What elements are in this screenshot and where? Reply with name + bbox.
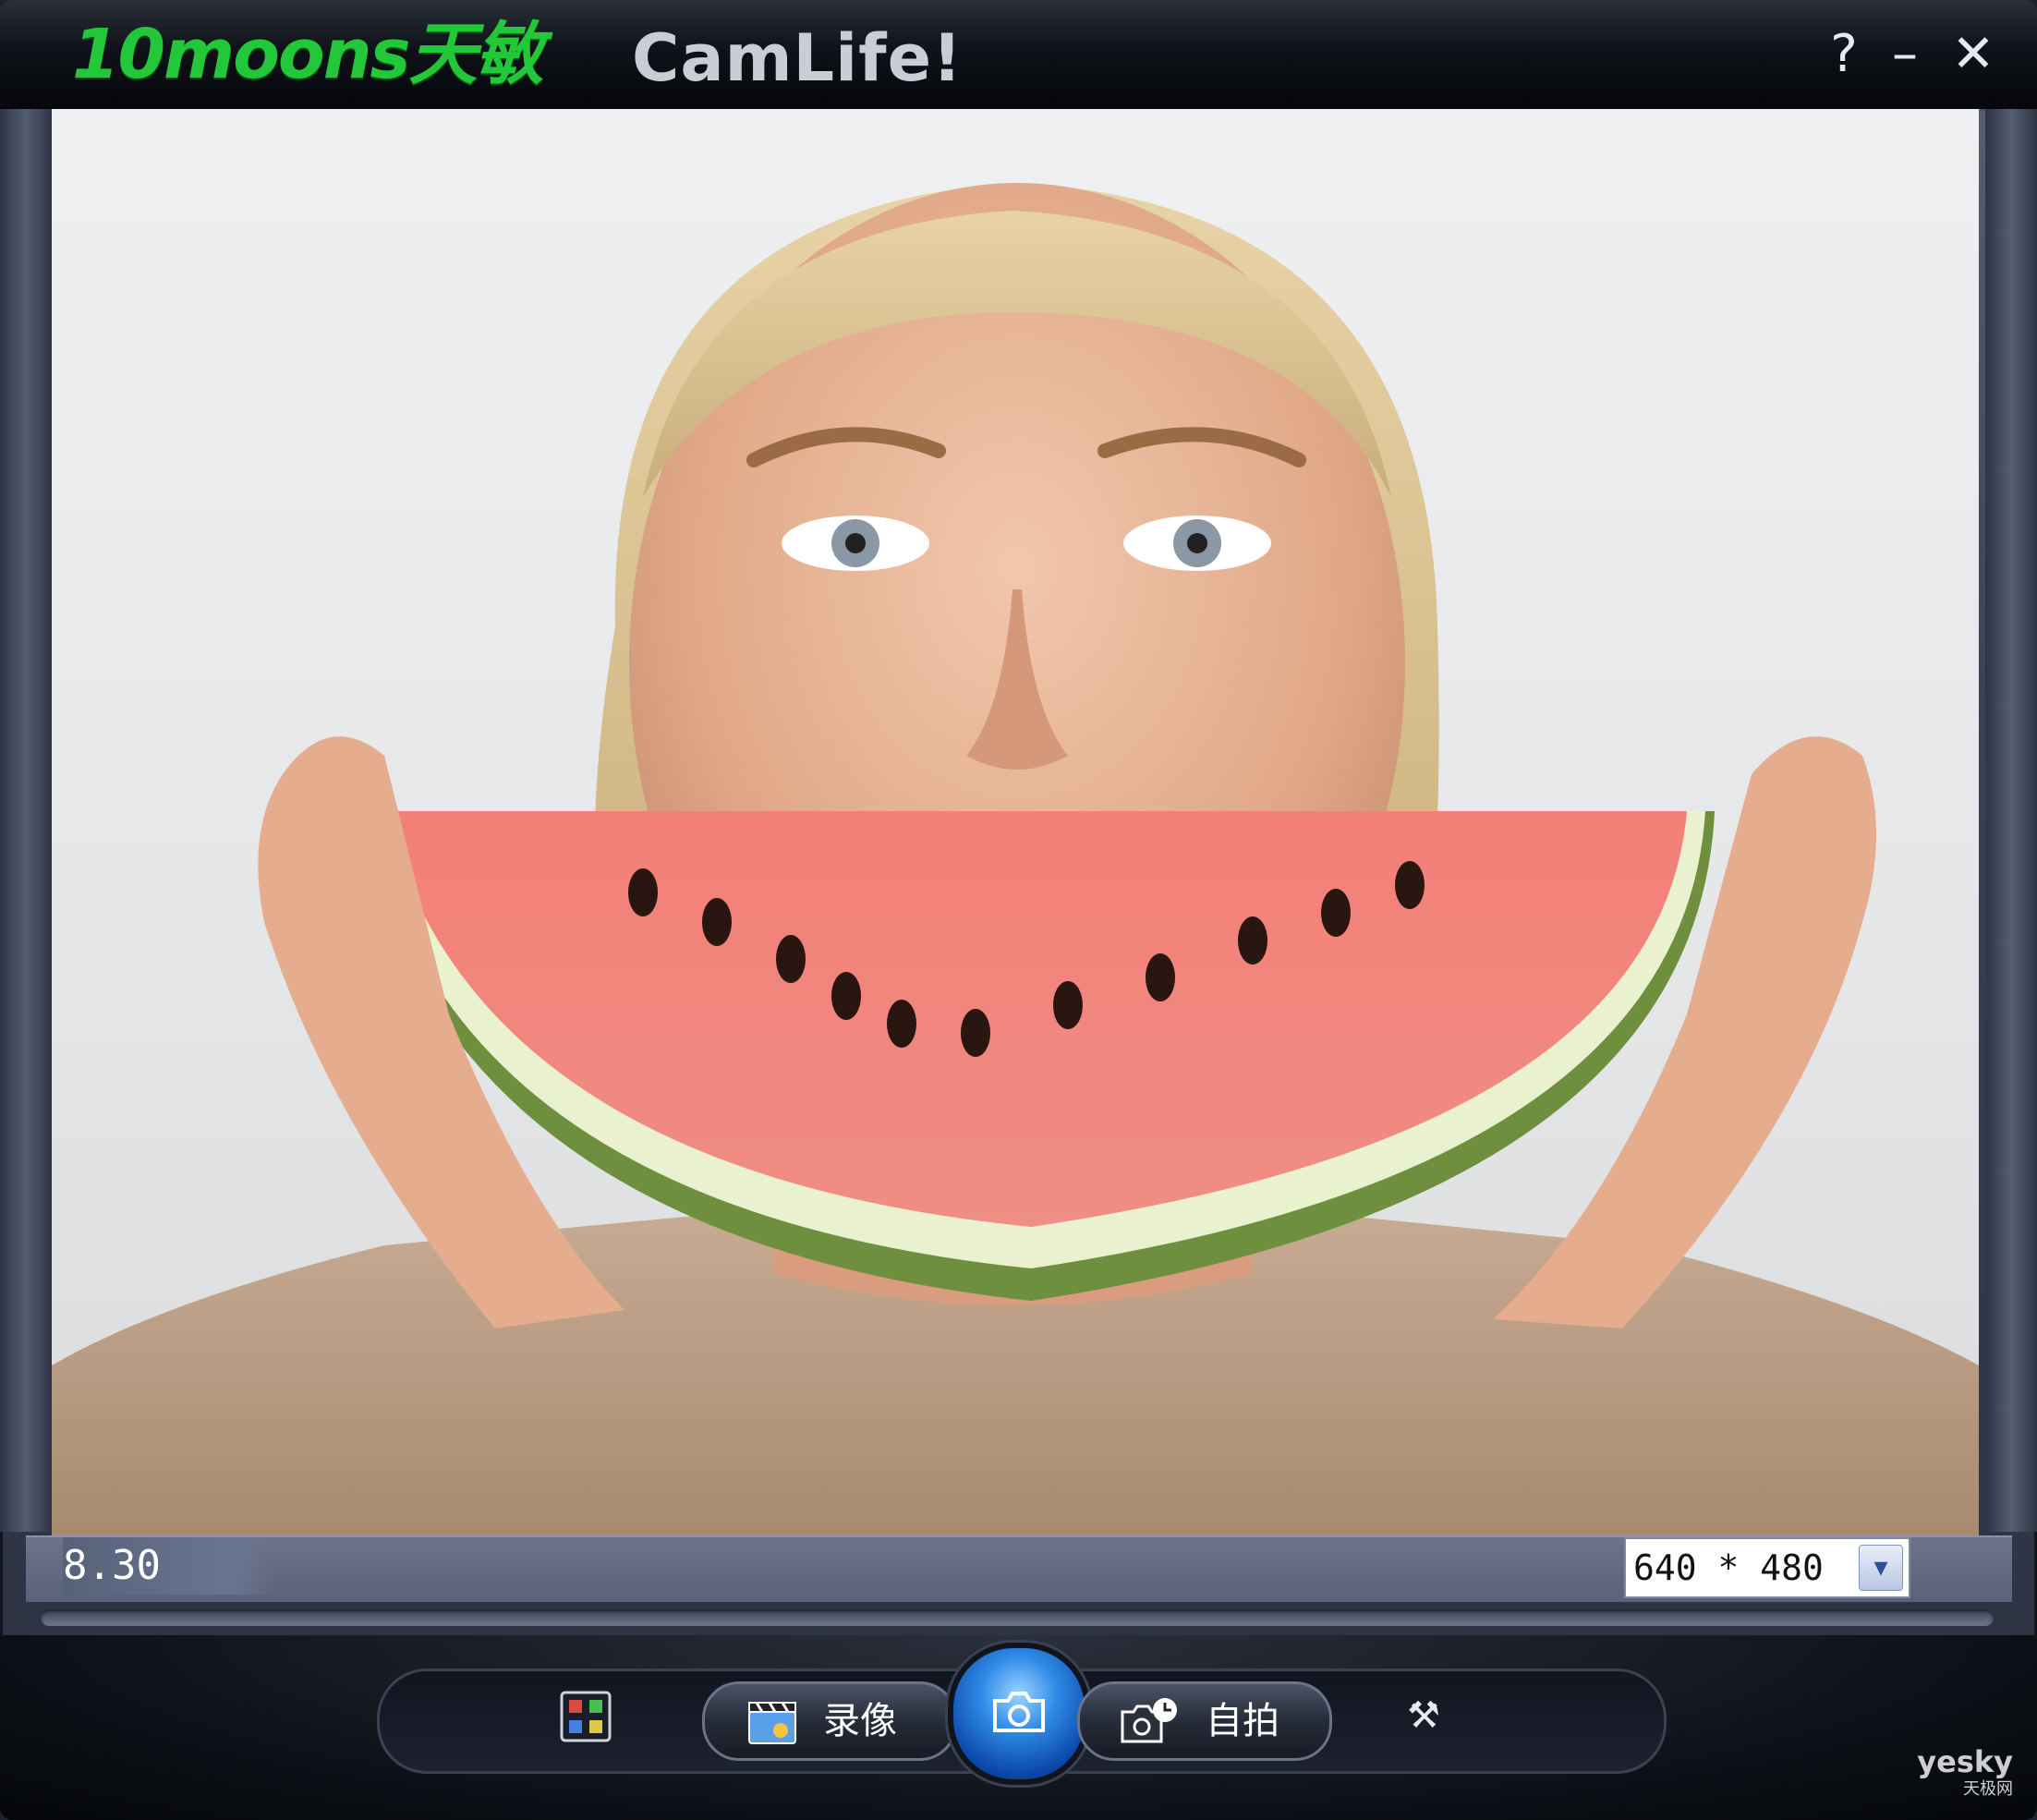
close-button[interactable]: ✕ [1947,22,1999,87]
camera-icon [993,1692,1045,1732]
title-bar[interactable]: 10moons天敏 CamLife! ? – ✕ [0,0,2037,112]
wrench-settings-icon[interactable]: ⚒ [1400,1693,1447,1739]
selftimer-label: 自拍 [1206,1700,1279,1742]
control-deck: 录像 自拍 ⚒ [0,1635,2037,1820]
video-preview [52,109,1979,1535]
selftimer-button[interactable]: 自拍 [1077,1681,1332,1761]
watermark-caption: 天极网 [1963,1779,2013,1799]
chevron-down-icon[interactable]: ▾ [1859,1545,1903,1591]
clapperboard-icon [748,1702,796,1744]
progress-track [41,1609,1994,1626]
minimize-button[interactable]: – [1879,22,1931,87]
watermark-logo: yesky [1917,1744,2013,1779]
effects-grid-icon[interactable] [560,1691,612,1742]
brand-logo: 10moons天敏 [72,15,543,94]
camera-frame-image [52,183,1979,1535]
fps-readout: 8.30 [63,1537,275,1595]
record-button[interactable]: 录像 [702,1681,957,1761]
resolution-value: 640 * 480 [1633,1547,1824,1588]
camlife-window: 10moons天敏 CamLife! ? – ✕ 8.30 640 * 480 … [0,0,2037,1820]
window-frame-right [1985,109,2037,1532]
help-button[interactable]: ? [1818,22,1870,87]
capture-button[interactable] [948,1643,1090,1785]
selftimer-camera-icon [1121,1698,1177,1743]
app-title: CamLife! [632,20,963,96]
window-frame-left [0,109,52,1532]
resolution-dropdown[interactable]: 640 * 480 ▾ [1624,1537,1910,1598]
record-label: 录像 [823,1700,897,1742]
site-watermark: yesky 天极网 [1917,1747,2013,1803]
